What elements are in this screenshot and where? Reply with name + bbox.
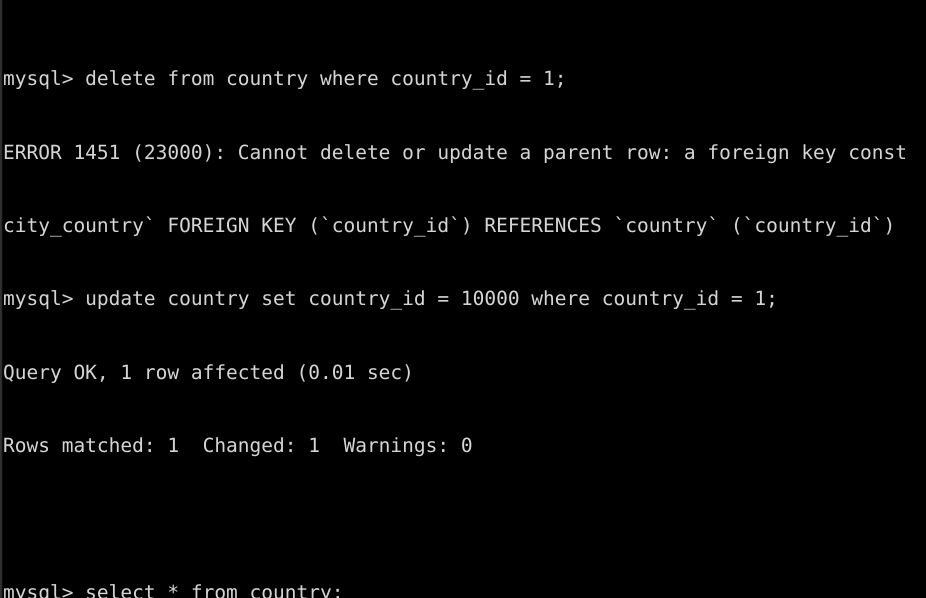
- terminal-line-error-constraint: city_country` FOREIGN KEY (`country_id`)…: [3, 214, 896, 238]
- terminal-line-command-select-country: mysql> select * from country;: [3, 580, 344, 598]
- terminal-line-error-1451: ERROR 1451 (23000): Cannot delete or upd…: [3, 140, 907, 164]
- terminal-line-rows-matched: Rows matched: 1 Changed: 1 Warnings: 0: [3, 434, 473, 458]
- terminal-line-command-delete-country: mysql> delete from country where country…: [3, 67, 567, 91]
- terminal-line-query-ok: Query OK, 1 row affected (0.01 sec): [3, 360, 414, 384]
- terminal-screen-buffer[interactable]: mysql> delete from country where country…: [3, 0, 926, 598]
- terminal-window[interactable]: mysql> delete from country where country…: [0, 0, 926, 598]
- terminal-line-command-update-country: mysql> update country set country_id = 1…: [3, 287, 778, 311]
